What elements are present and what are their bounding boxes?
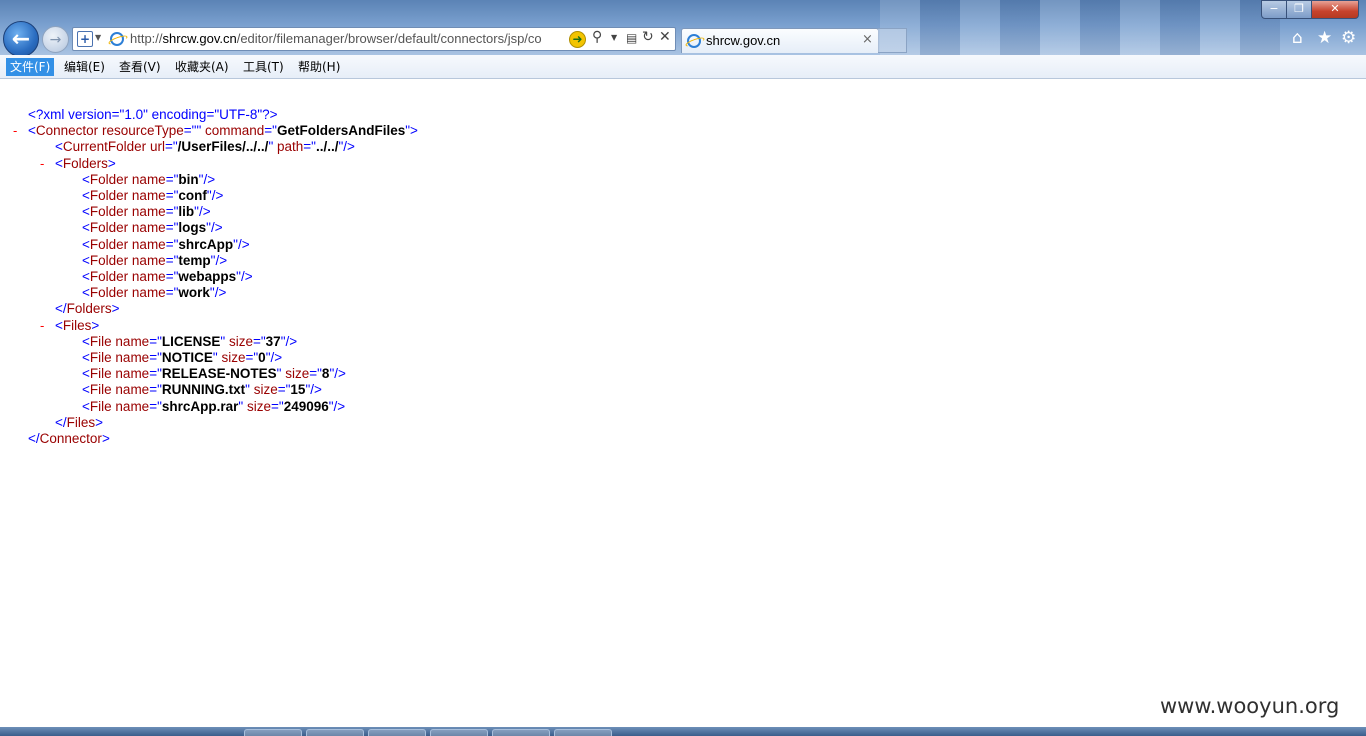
chevron-down-icon[interactable]: ▼	[95, 33, 101, 42]
forward-arrow-icon: →	[49, 31, 62, 48]
xml-files-close: </Files>	[55, 415, 104, 430]
xml-document: <?xml version="1.0" encoding="UTF-8"?> -…	[0, 79, 1366, 727]
add-site-icon[interactable]: +	[77, 31, 93, 47]
xml-folders-close: </Folders>	[55, 301, 120, 316]
folder-name: shrcApp	[178, 237, 234, 252]
file-name: shrcApp.rar	[161, 399, 239, 414]
xml-folder: <Folder name="temp"/>	[82, 253, 228, 268]
star-icon[interactable]: ★	[1317, 28, 1332, 48]
menu-help[interactable]: 帮助(H)	[294, 58, 344, 76]
refresh-icon[interactable]: ↻	[642, 29, 654, 45]
current-folder-url: /UserFiles/../../	[177, 139, 269, 154]
taskbar-button[interactable]	[554, 729, 612, 736]
compatibility-view-icon[interactable]: ▤	[626, 31, 637, 45]
back-button[interactable]: ←	[3, 21, 39, 55]
collapse-toggle-folders[interactable]: -	[40, 156, 44, 172]
xml-files-open: <Files>	[55, 318, 100, 333]
xml-file: <File name="LICENSE" size="37"/>	[82, 334, 298, 349]
collapse-toggle-files[interactable]: -	[40, 318, 44, 334]
menu-file[interactable]: 文件(F)	[6, 58, 55, 76]
new-tab-button[interactable]	[878, 28, 907, 53]
taskbar-button[interactable]	[244, 729, 302, 736]
folder-name: lib	[178, 204, 195, 219]
xml-file: <File name="shrcApp.rar" size="249096"/>	[82, 399, 346, 414]
search-dropdown-icon[interactable]: ▼	[611, 33, 617, 42]
xml-declaration: <?xml version="1.0" encoding="UTF-8"?>	[28, 107, 278, 123]
xml-folder: <Folder name="shrcApp"/>	[82, 237, 250, 252]
search-icon[interactable]: ⚲	[592, 29, 602, 45]
minimize-button[interactable]: −	[1261, 0, 1287, 19]
browser-tab[interactable]: shrcw.gov.cn ×	[681, 28, 879, 53]
address-path: /editor/filemanager/browser/default/conn…	[236, 31, 542, 46]
xml-folder: <Folder name="conf"/>	[82, 188, 224, 203]
file-size: 0	[258, 350, 266, 365]
file-size: 15	[290, 382, 306, 397]
taskbar-button[interactable]	[430, 729, 488, 736]
collapse-toggle-connector[interactable]: -	[13, 123, 17, 139]
xml-declaration-text: <?xml version="1.0" encoding="UTF-8"?>	[28, 107, 278, 122]
menu-view[interactable]: 查看(V)	[115, 58, 165, 76]
taskbar	[0, 727, 1366, 736]
xml-folder: <Folder name="logs"/>	[82, 220, 223, 235]
file-name: LICENSE	[161, 334, 221, 349]
xml-file: <File name="NOTICE" size="0"/>	[82, 350, 283, 365]
connector-command: GetFoldersAndFiles	[276, 123, 406, 138]
file-name: RUNNING.txt	[161, 382, 246, 397]
maximize-button[interactable]: ❐	[1286, 0, 1312, 19]
stop-icon[interactable]: ✕	[659, 29, 671, 45]
folder-name: conf	[178, 188, 207, 203]
menu-favorites[interactable]: 收藏夹(A)	[171, 58, 233, 76]
xml-folder: <Folder name="bin"/>	[82, 172, 216, 187]
xml-folder: <Folder name="webapps"/>	[82, 269, 253, 284]
address-scheme: http://	[130, 31, 163, 46]
xml-file: <File name="RUNNING.txt" size="15"/>	[82, 382, 322, 397]
taskbar-button[interactable]	[306, 729, 364, 736]
forward-button[interactable]: →	[42, 26, 69, 53]
folder-name: temp	[178, 253, 211, 268]
tab-favicon-icon	[687, 34, 701, 48]
watermark: www.wooyun.org	[1160, 694, 1340, 718]
go-icon[interactable]: ➜	[569, 31, 586, 48]
gear-icon[interactable]: ⚙	[1341, 28, 1356, 48]
address-host: shrcw.gov.cn	[162, 31, 237, 46]
file-size: 37	[265, 334, 281, 349]
xml-file: <File name="RELEASE-NOTES" size="8"/>	[82, 366, 346, 381]
menu-edit[interactable]: 编辑(E)	[60, 58, 109, 76]
home-icon[interactable]: ⌂	[1292, 28, 1303, 48]
window-background	[880, 0, 1280, 55]
current-folder-path: ../../	[315, 139, 339, 154]
xml-current-folder: <CurrentFolder url="/UserFiles/../../" p…	[55, 139, 355, 154]
ie-logo-icon	[110, 32, 124, 46]
xml-connector-close: </Connector>	[28, 431, 110, 446]
file-size: 249096	[283, 399, 329, 414]
back-arrow-icon: ←	[11, 26, 31, 52]
address-bar[interactable]: + ▼ http://shrcw.gov.cn/editor/filemanag…	[72, 27, 676, 51]
menu-tools[interactable]: 工具(T)	[239, 58, 288, 76]
browser-toolbar: ← → + ▼ http://shrcw.gov.cn/editor/filem…	[0, 0, 1366, 55]
tab-title: shrcw.gov.cn	[706, 33, 781, 48]
folder-name: logs	[178, 220, 207, 235]
folder-name: work	[178, 285, 210, 300]
menu-bar: 文件(F) 编辑(E) 查看(V) 收藏夹(A) 工具(T) 帮助(H)	[0, 55, 1366, 79]
folder-name: bin	[178, 172, 199, 187]
close-window-button[interactable]: ✕	[1311, 0, 1359, 19]
xml-folder: <Folder name="lib"/>	[82, 204, 211, 219]
folder-name: webapps	[178, 269, 237, 284]
taskbar-button[interactable]	[492, 729, 550, 736]
xml-folder: <Folder name="work"/>	[82, 285, 227, 300]
file-name: RELEASE-NOTES	[161, 366, 277, 381]
tab-close-icon[interactable]: ×	[862, 32, 873, 47]
file-name: NOTICE	[161, 350, 213, 365]
xml-folders-open: <Folders>	[55, 156, 116, 171]
xml-connector-open: <Connector resourceType="" command="GetF…	[28, 123, 418, 138]
taskbar-button[interactable]	[368, 729, 426, 736]
address-input[interactable]: http://shrcw.gov.cn/editor/filemanager/b…	[130, 31, 564, 46]
